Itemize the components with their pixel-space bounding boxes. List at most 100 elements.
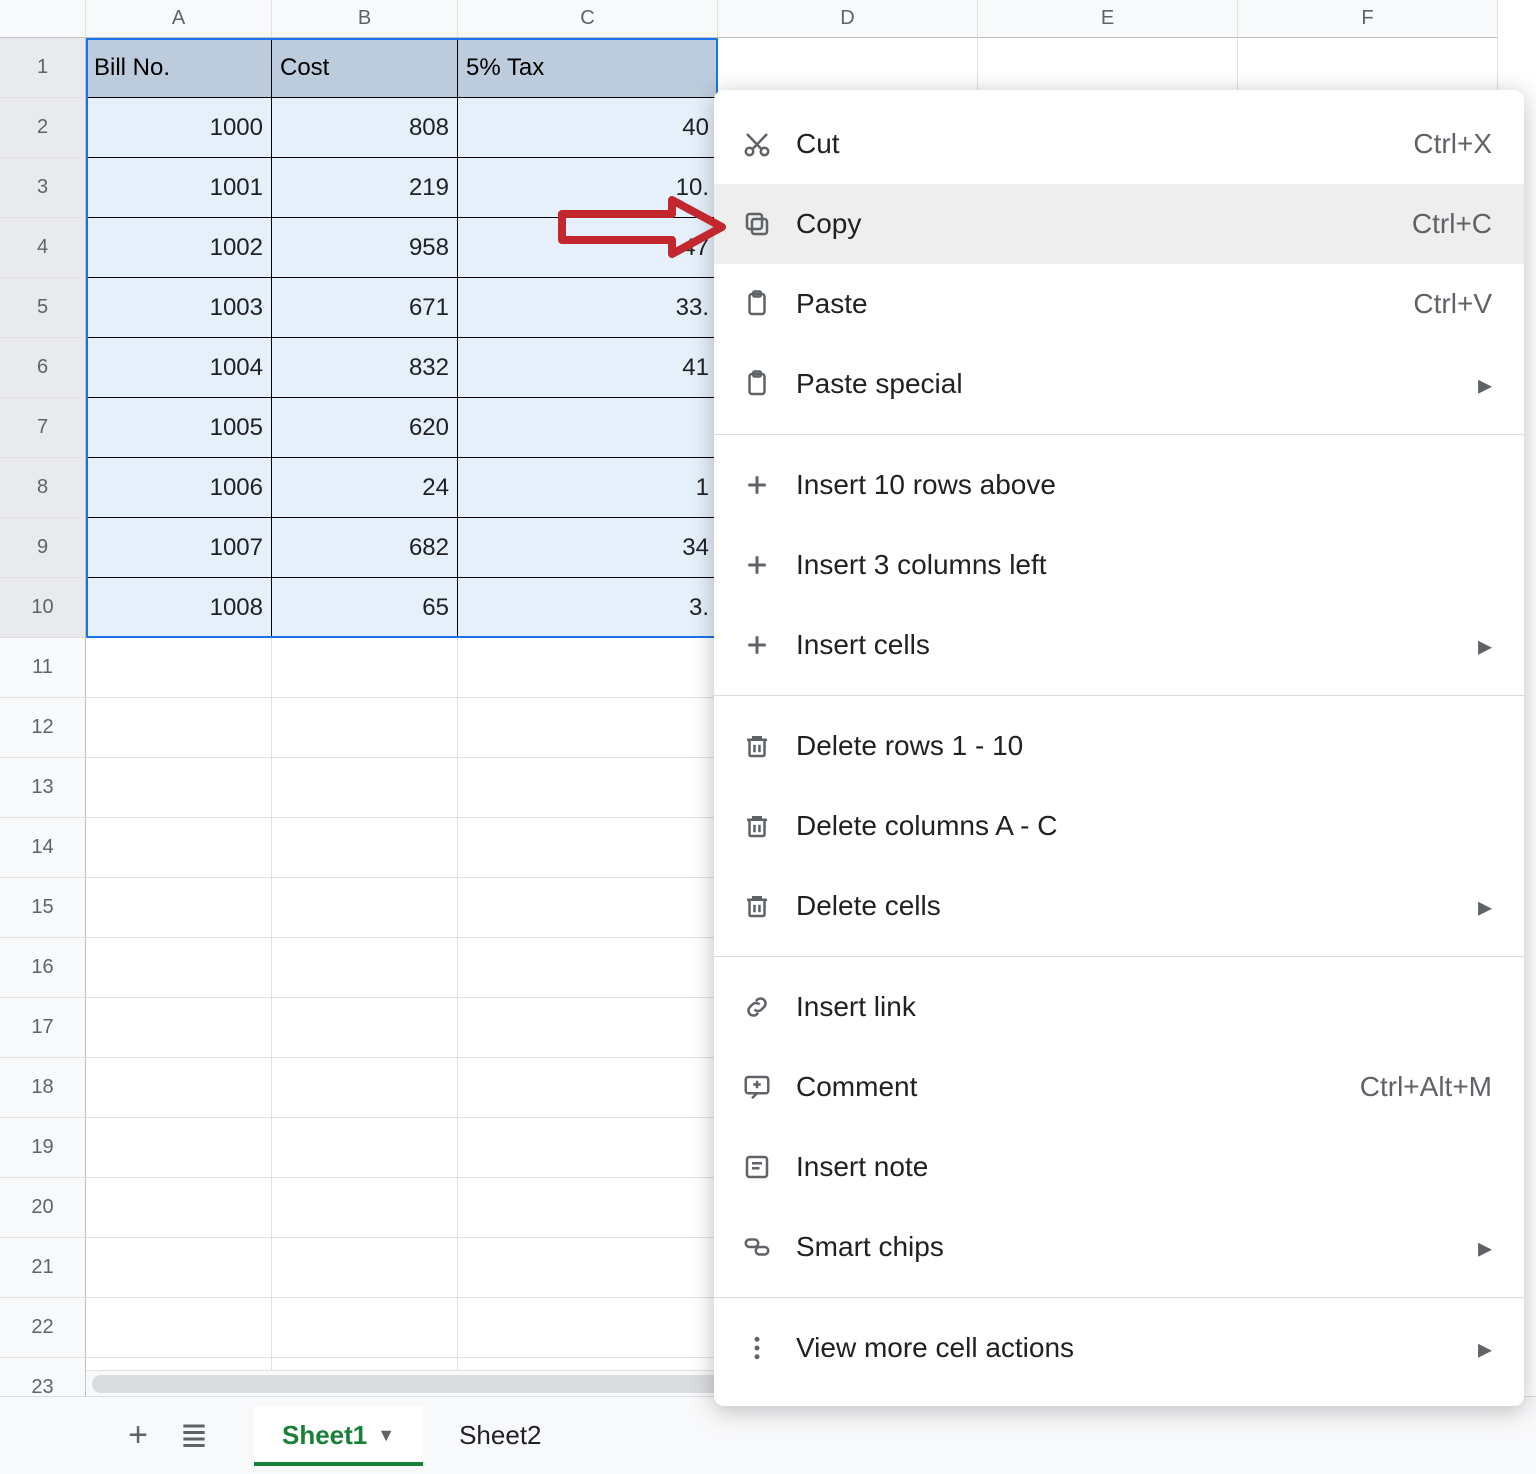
add-sheet-button[interactable]: + [110,1408,166,1464]
cell-A12[interactable] [86,698,272,758]
row-header-2[interactable]: 2 [0,98,86,158]
context-menu-item-paste-special[interactable]: Paste special▸ [714,344,1524,424]
row-header-14[interactable]: 14 [0,818,86,878]
sheet-tab-dropdown-icon[interactable]: ▼ [377,1425,395,1446]
all-sheets-button[interactable]: ≣ [166,1408,222,1464]
row-header-19[interactable]: 19 [0,1118,86,1178]
cell-A10[interactable]: 1008 [86,578,272,638]
cell-A9[interactable]: 1007 [86,518,272,578]
column-header-D[interactable]: D [718,0,978,38]
context-menu-item-paste[interactable]: PasteCtrl+V [714,264,1524,344]
cell-C17[interactable] [458,998,718,1058]
cell-C13[interactable] [458,758,718,818]
row-header-16[interactable]: 16 [0,938,86,998]
row-header-8[interactable]: 8 [0,458,86,518]
row-header-4[interactable]: 4 [0,218,86,278]
cell-B3[interactable]: 219 [272,158,458,218]
row-header-15[interactable]: 15 [0,878,86,938]
cell-C22[interactable] [458,1298,718,1358]
cell-A21[interactable] [86,1238,272,1298]
cell-C1[interactable]: 5% Tax [458,38,718,98]
cell-A8[interactable]: 1006 [86,458,272,518]
cell-A22[interactable] [86,1298,272,1358]
cell-C10[interactable]: 3. [458,578,718,638]
context-menu-item-insert-note[interactable]: Insert note [714,1127,1524,1207]
context-menu-item-insert-link[interactable]: Insert link [714,967,1524,1047]
row-header-22[interactable]: 22 [0,1298,86,1358]
context-menu-item-smart-chips[interactable]: Smart chips▸ [714,1207,1524,1287]
cell-A15[interactable] [86,878,272,938]
cell-C8[interactable]: 1 [458,458,718,518]
column-header-E[interactable]: E [978,0,1238,38]
cell-A6[interactable]: 1004 [86,338,272,398]
cell-B14[interactable] [272,818,458,878]
cell-C21[interactable] [458,1238,718,1298]
row-header-12[interactable]: 12 [0,698,86,758]
cell-C15[interactable] [458,878,718,938]
cell-A18[interactable] [86,1058,272,1118]
row-header-5[interactable]: 5 [0,278,86,338]
context-menu-item-cut[interactable]: CutCtrl+X [714,104,1524,184]
row-header-7[interactable]: 7 [0,398,86,458]
cell-C12[interactable] [458,698,718,758]
cell-A20[interactable] [86,1178,272,1238]
cell-A1[interactable]: Bill No. [86,38,272,98]
context-menu-item-comment[interactable]: CommentCtrl+Alt+M [714,1047,1524,1127]
row-header-1[interactable]: 1 [0,38,86,98]
cell-C2[interactable]: 40 [458,98,718,158]
row-header-23[interactable]: 23 [0,1358,86,1396]
row-header-9[interactable]: 9 [0,518,86,578]
cell-C6[interactable]: 41 [458,338,718,398]
cell-A17[interactable] [86,998,272,1058]
cell-A2[interactable]: 1000 [86,98,272,158]
cell-C7[interactable] [458,398,718,458]
cell-B15[interactable] [272,878,458,938]
cell-B10[interactable]: 65 [272,578,458,638]
cell-E1[interactable] [978,38,1238,98]
cell-B7[interactable]: 620 [272,398,458,458]
cell-A4[interactable]: 1002 [86,218,272,278]
cell-B13[interactable] [272,758,458,818]
row-header-17[interactable]: 17 [0,998,86,1058]
cell-B19[interactable] [272,1118,458,1178]
cell-A5[interactable]: 1003 [86,278,272,338]
cell-C3[interactable]: 10. [458,158,718,218]
cell-C19[interactable] [458,1118,718,1178]
context-menu-item-delete-rows-1-10[interactable]: Delete rows 1 - 10 [714,706,1524,786]
cell-A11[interactable] [86,638,272,698]
cell-C16[interactable] [458,938,718,998]
column-header-A[interactable]: A [86,0,272,38]
row-header-18[interactable]: 18 [0,1058,86,1118]
cell-B4[interactable]: 958 [272,218,458,278]
row-header-11[interactable]: 11 [0,638,86,698]
cell-C4[interactable]: 47 [458,218,718,278]
context-menu-item-insert-10-rows-above[interactable]: Insert 10 rows above [714,445,1524,525]
context-menu-item-delete-cells[interactable]: Delete cells▸ [714,866,1524,946]
cell-A13[interactable] [86,758,272,818]
row-header-13[interactable]: 13 [0,758,86,818]
cell-B5[interactable]: 671 [272,278,458,338]
context-menu-item-copy[interactable]: CopyCtrl+C [714,184,1524,264]
cell-A3[interactable]: 1001 [86,158,272,218]
cell-B11[interactable] [272,638,458,698]
column-header-B[interactable]: B [272,0,458,38]
cell-A7[interactable]: 1005 [86,398,272,458]
row-header-10[interactable]: 10 [0,578,86,638]
cell-A16[interactable] [86,938,272,998]
cell-F1[interactable] [1238,38,1498,98]
cell-C20[interactable] [458,1178,718,1238]
cell-B6[interactable]: 832 [272,338,458,398]
cell-B8[interactable]: 24 [272,458,458,518]
context-menu-item-view-more-cell-actions[interactable]: View more cell actions▸ [714,1308,1524,1388]
cell-B21[interactable] [272,1238,458,1298]
cell-A14[interactable] [86,818,272,878]
row-header-21[interactable]: 21 [0,1238,86,1298]
sheet-tab-sheet1[interactable]: Sheet1▼ [254,1406,423,1466]
select-all-corner[interactable] [0,0,86,38]
row-header-20[interactable]: 20 [0,1178,86,1238]
cell-B1[interactable]: Cost [272,38,458,98]
cell-C5[interactable]: 33. [458,278,718,338]
cell-B9[interactable]: 682 [272,518,458,578]
context-menu-item-insert-cells[interactable]: Insert cells▸ [714,605,1524,685]
sheet-tab-sheet2[interactable]: Sheet2 [431,1406,569,1466]
